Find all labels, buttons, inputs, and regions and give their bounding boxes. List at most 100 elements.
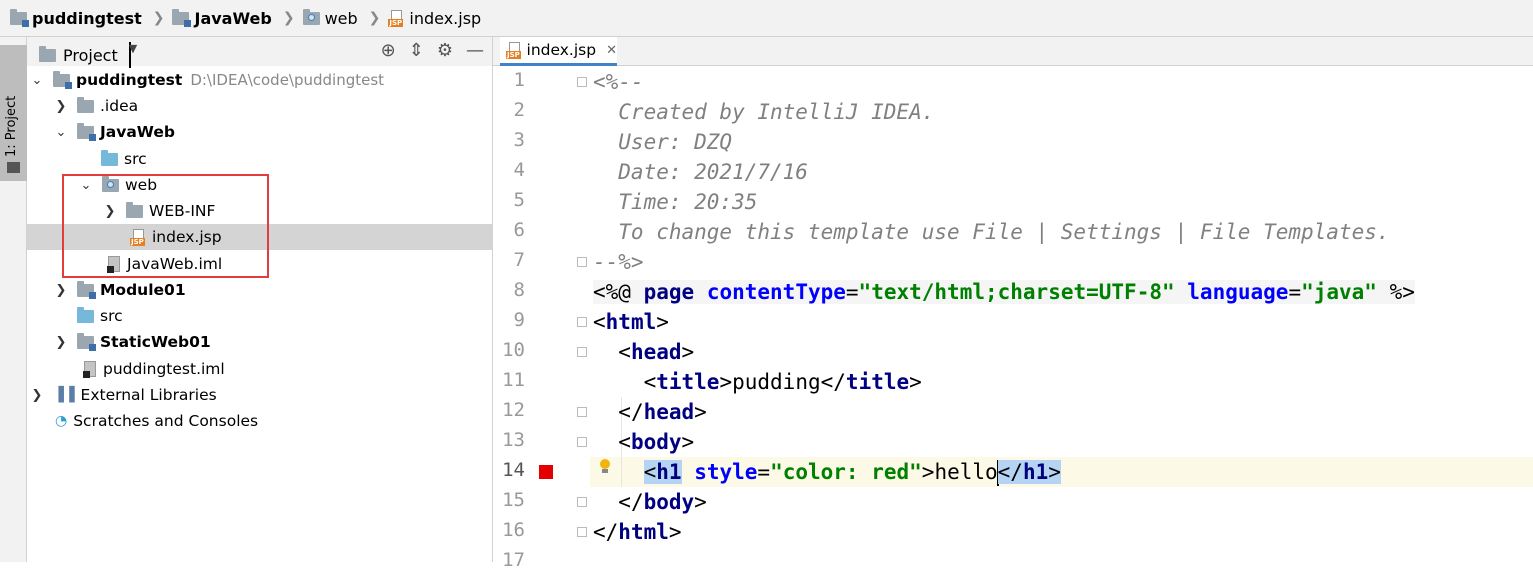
chevron-right-icon[interactable]: ❯ bbox=[55, 99, 67, 114]
fold-marker-icon[interactable] bbox=[577, 317, 587, 327]
web-folder-icon bbox=[302, 8, 320, 25]
line-number-current: 14 bbox=[502, 459, 525, 481]
project-view-selector[interactable]: Project ▼ bbox=[39, 42, 137, 68]
code-line: <%@ page contentType="text/html;charset=… bbox=[593, 280, 1415, 304]
code-line: </body> bbox=[618, 490, 707, 514]
code-line: <%-- bbox=[593, 70, 644, 94]
line-number: 11 bbox=[502, 369, 525, 391]
line-number: 13 bbox=[502, 429, 525, 451]
module-folder-icon bbox=[77, 280, 96, 299]
fold-marker-icon[interactable] bbox=[577, 437, 587, 447]
line-number: 9 bbox=[513, 309, 525, 331]
editor-tab-bar: JSP index.jsp ✕ bbox=[493, 37, 1533, 66]
breadcrumb-item-web[interactable]: web ❯ bbox=[302, 8, 389, 28]
library-icon: ▐▐ bbox=[53, 387, 75, 403]
web-folder-icon bbox=[102, 175, 119, 192]
module-folder-icon bbox=[53, 70, 72, 89]
breadcrumb-item-puddingtest[interactable]: puddingtest ❯ bbox=[10, 8, 172, 28]
line-number: 7 bbox=[513, 249, 525, 271]
editor-gutter[interactable]: 1 2 3 4 5 6 7 8 9 10 11 12 13 14 15 16 1… bbox=[493, 67, 590, 571]
project-panel-toolbar: ⊕ ⇕ ⚙ — bbox=[381, 40, 484, 61]
hide-icon[interactable]: — bbox=[466, 40, 484, 61]
fold-marker-icon[interactable] bbox=[577, 407, 587, 417]
fold-marker-icon[interactable] bbox=[577, 497, 587, 507]
fold-marker-icon[interactable] bbox=[577, 77, 587, 87]
breadcrumb: puddingtest ❯ JavaWeb ❯ web ❯ JSP index.… bbox=[0, 0, 1533, 37]
project-panel-header: Project ▼ ⊕ ⇕ ⚙ — bbox=[27, 37, 492, 68]
chevron-right-icon[interactable]: ❯ bbox=[55, 335, 67, 350]
jsp-file-icon: JSP bbox=[130, 228, 146, 246]
line-number: 10 bbox=[502, 339, 525, 361]
project-icon bbox=[39, 45, 56, 62]
tree-item-javaweb-iml[interactable]: JavaWeb.iml bbox=[27, 251, 572, 277]
fold-marker-icon[interactable] bbox=[577, 347, 587, 357]
module-folder-icon bbox=[172, 8, 192, 27]
tree-item-src[interactable]: src bbox=[27, 303, 542, 329]
folder-icon bbox=[7, 162, 20, 173]
line-number: 15 bbox=[502, 489, 525, 511]
chevron-right-icon[interactable]: ❯ bbox=[55, 283, 67, 298]
line-number: 12 bbox=[502, 399, 525, 421]
code-line: User: DZQ bbox=[593, 130, 733, 154]
fold-marker-icon[interactable] bbox=[577, 257, 587, 267]
close-icon[interactable]: ✕ bbox=[606, 43, 617, 58]
code-line: </head> bbox=[618, 400, 707, 424]
breakpoint-icon[interactable] bbox=[539, 465, 553, 479]
jsp-file-icon: JSP bbox=[388, 9, 404, 27]
source-folder-icon bbox=[101, 149, 118, 166]
tree-item-external-libraries[interactable]: ❯ ▐▐ External Libraries bbox=[27, 382, 496, 408]
editor: JSP index.jsp ✕ 1 2 3 4 5 6 7 8 9 10 11 … bbox=[493, 37, 1533, 571]
tree-item-puddingtest[interactable]: ⌄ puddingtest D:\IDEA\code\puddingtest bbox=[27, 67, 496, 93]
chevron-down-icon[interactable]: ⌄ bbox=[55, 125, 67, 140]
line-number: 1 bbox=[513, 69, 525, 91]
line-number: 2 bbox=[513, 99, 525, 121]
code-line: Date: 2021/7/16 bbox=[593, 160, 808, 184]
code-area[interactable]: <%-- Created by IntelliJ IDEA. User: DZQ… bbox=[593, 67, 1533, 562]
iml-file-icon bbox=[83, 360, 97, 378]
module-folder-icon bbox=[77, 332, 96, 351]
module-folder-icon bbox=[77, 122, 96, 141]
jsp-file-icon: JSP bbox=[506, 41, 521, 59]
fold-marker-icon[interactable] bbox=[577, 527, 587, 537]
tree-item-staticweb01[interactable]: ❯ StaticWeb01 bbox=[27, 329, 520, 355]
breadcrumb-item-javaweb[interactable]: JavaWeb ❯ bbox=[172, 8, 302, 28]
code-line: <title>pudding</title> bbox=[643, 370, 922, 394]
collapse-all-icon[interactable]: ⇕ bbox=[409, 40, 424, 61]
code-line: --%> bbox=[593, 250, 644, 274]
source-folder-icon bbox=[77, 306, 94, 323]
locate-file-icon[interactable]: ⊕ bbox=[381, 40, 396, 61]
tree-item-puddingtest-iml[interactable]: puddingtest.iml bbox=[27, 356, 548, 382]
tree-item-web-inf[interactable]: ❯ WEB-INF bbox=[27, 198, 569, 224]
tree-item-scratches[interactable]: ◔ Scratches and Consoles bbox=[27, 408, 520, 434]
code-line-current: <h1 style="color: red">hello</h1> bbox=[643, 460, 1061, 486]
code-line: Created by IntelliJ IDEA. bbox=[593, 100, 935, 124]
scratches-icon: ◔ bbox=[55, 413, 68, 429]
chevron-down-icon[interactable]: ⌄ bbox=[31, 73, 43, 88]
folder-icon bbox=[126, 201, 143, 218]
code-line: <html> bbox=[593, 310, 669, 334]
chevron-right-icon[interactable]: ❯ bbox=[104, 204, 116, 219]
code-line: <body> bbox=[618, 430, 695, 454]
iml-file-icon bbox=[107, 255, 121, 273]
tree-item-javaweb-src[interactable]: src bbox=[27, 146, 566, 172]
tool-window-strip: 1: Project bbox=[0, 37, 27, 562]
tree-item-module01[interactable]: ❯ Module01 bbox=[27, 277, 520, 303]
gear-icon[interactable]: ⚙ bbox=[437, 40, 453, 61]
line-number: 16 bbox=[502, 519, 525, 541]
project-panel: Project ▼ ⊕ ⇕ ⚙ — ⌄ puddingtest D:\IDEA\… bbox=[27, 37, 595, 562]
code-line: <head> bbox=[618, 340, 695, 364]
line-number: 17 bbox=[502, 549, 525, 571]
tree-item-javaweb[interactable]: ⌄ JavaWeb bbox=[27, 119, 520, 145]
line-number: 3 bbox=[513, 129, 525, 151]
chevron-right-icon: ❯ bbox=[282, 10, 295, 26]
line-number: 4 bbox=[513, 159, 525, 181]
breadcrumb-item-index-jsp[interactable]: JSP index.jsp bbox=[388, 9, 481, 28]
chevron-right-icon[interactable]: ❯ bbox=[31, 388, 43, 403]
tree-item-idea[interactable]: ❯ .idea bbox=[27, 93, 520, 119]
line-number: 6 bbox=[513, 219, 525, 241]
project-tool-window-tab[interactable]: 1: Project bbox=[0, 45, 27, 181]
chevron-down-icon[interactable]: ⌄ bbox=[80, 178, 92, 193]
tab-index-jsp[interactable]: JSP index.jsp ✕ bbox=[500, 37, 617, 66]
tree-item-web[interactable]: ⌄ web bbox=[27, 172, 545, 198]
module-folder-icon bbox=[10, 8, 29, 27]
